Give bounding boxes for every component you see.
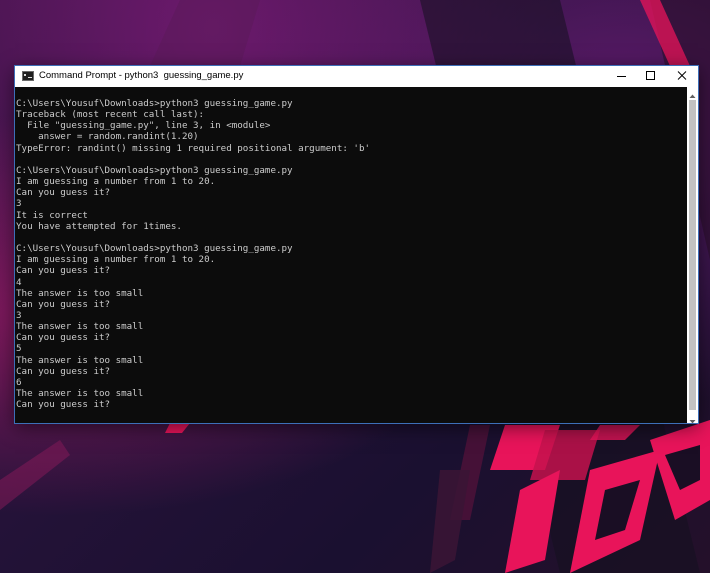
vertical-scrollbar[interactable]: [687, 87, 698, 424]
window-title: Command Prompt - python3 guessing_game.p…: [39, 70, 244, 81]
close-icon: [677, 71, 687, 80]
title-bar[interactable]: Command Prompt - python3 guessing_game.p…: [15, 66, 698, 87]
scroll-down-icon: [689, 420, 696, 424]
scroll-up-button[interactable]: [687, 87, 698, 98]
minimize-icon: [617, 76, 626, 77]
scroll-thumb[interactable]: [689, 100, 696, 410]
minimize-button[interactable]: [605, 66, 637, 87]
command-prompt-icon: [22, 71, 34, 81]
console-output-area[interactable]: C:\Users\Yousuf\Downloads>python3 guessi…: [15, 87, 687, 423]
command-prompt-window: Command Prompt - python3 guessing_game.p…: [15, 66, 698, 424]
maximize-button[interactable]: [635, 66, 667, 87]
close-button[interactable]: [666, 66, 698, 87]
maximize-icon: [646, 71, 655, 80]
console-text: C:\Users\Yousuf\Downloads>python3 guessi…: [16, 98, 371, 411]
scroll-down-button[interactable]: [687, 412, 698, 424]
